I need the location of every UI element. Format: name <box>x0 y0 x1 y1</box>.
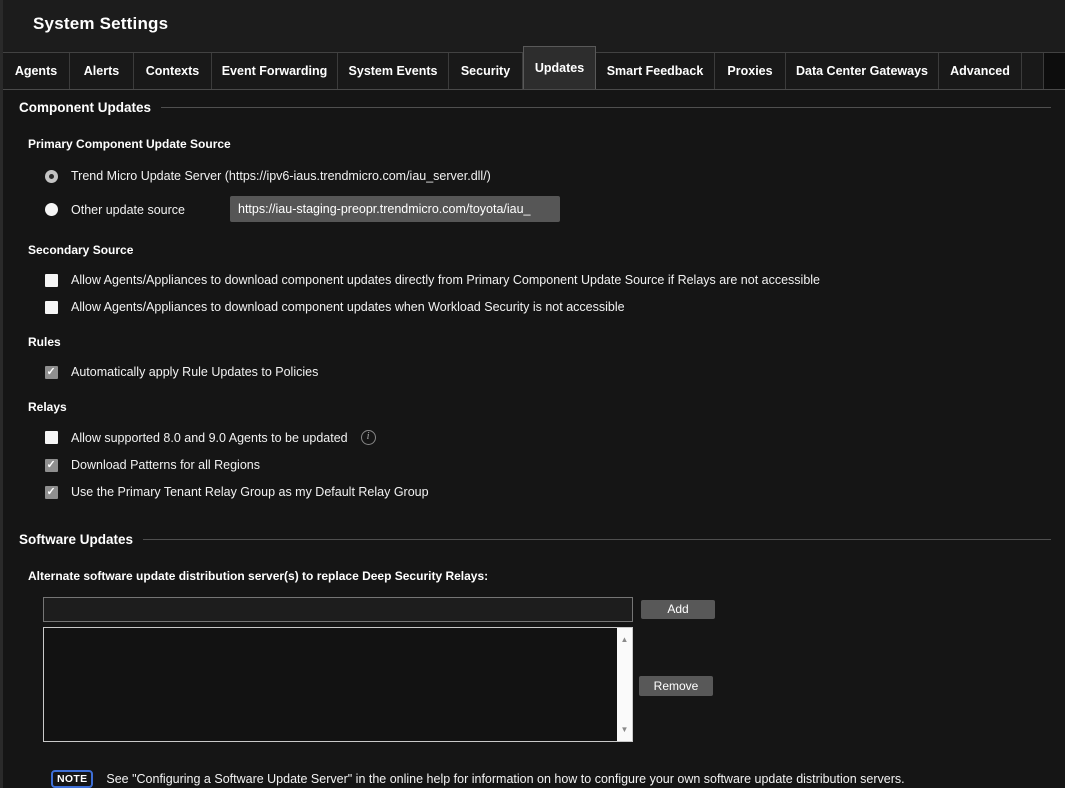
note-row: NOTE See "Configuring a Software Update … <box>51 770 1065 788</box>
allow-primary-source-download-checkbox[interactable] <box>45 274 58 287</box>
software-updates-section-header: Software Updates <box>19 532 1051 547</box>
tab-agents[interactable]: Agents <box>3 53 70 89</box>
section-divider <box>161 107 1051 108</box>
tab-contexts[interactable]: Contexts <box>134 53 212 89</box>
other-update-source-radio[interactable] <box>45 203 58 216</box>
checkbox-row: Allow supported 8.0 and 9.0 Agents to be… <box>45 430 1065 445</box>
other-update-source-label: Other update source <box>71 203 185 217</box>
checkbox-row: Allow Agents/Appliances to download comp… <box>45 300 1065 314</box>
note-badge: NOTE <box>51 770 93 788</box>
auto-apply-rule-updates-checkbox[interactable] <box>45 366 58 379</box>
system-settings-page: System Settings Agents Alerts Contexts E… <box>0 0 1065 788</box>
section-title-component-updates: Component Updates <box>19 100 151 115</box>
tab-security[interactable]: Security <box>449 53 523 89</box>
other-update-source-url-input[interactable] <box>230 196 560 222</box>
tabbar-end <box>1044 53 1065 89</box>
page-header: System Settings <box>3 0 1065 52</box>
trend-micro-update-server-option: Trend Micro Update Server (https://ipv6-… <box>45 169 1065 183</box>
listbox-scrollbar[interactable]: ▲ ▼ <box>617 628 632 741</box>
alternate-servers-label: Alternate software update distribution s… <box>28 569 1065 583</box>
server-list-row: ▲ ▼ Remove <box>43 627 1065 743</box>
checkbox-row: Automatically apply Rule Updates to Poli… <box>45 365 1065 379</box>
secondary-source-heading: Secondary Source <box>28 243 1065 257</box>
trend-micro-update-server-radio[interactable] <box>45 170 58 183</box>
checkbox-label: Allow Agents/Appliances to download comp… <box>71 300 625 314</box>
tabbar-spacer <box>1022 53 1044 89</box>
primary-source-heading: Primary Component Update Source <box>28 137 1065 151</box>
download-patterns-all-regions-checkbox[interactable] <box>45 459 58 472</box>
settings-tabbar: Agents Alerts Contexts Event Forwarding … <box>3 52 1065 90</box>
checkbox-label: Automatically apply Rule Updates to Poli… <box>71 365 318 379</box>
relays-heading: Relays <box>28 400 1065 414</box>
trend-micro-update-server-label: Trend Micro Update Server (https://ipv6-… <box>71 169 491 183</box>
checkbox-row: Download Patterns for all Regions <box>45 458 1065 472</box>
checkbox-label: Use the Primary Tenant Relay Group as my… <box>71 485 429 499</box>
allow-download-when-ws-inaccessible-checkbox[interactable] <box>45 301 58 314</box>
tab-alerts[interactable]: Alerts <box>70 53 134 89</box>
page-title: System Settings <box>33 14 168 34</box>
component-updates-section-header: Component Updates <box>19 100 1051 115</box>
server-url-input[interactable] <box>43 597 633 622</box>
checkbox-row: Allow Agents/Appliances to download comp… <box>45 273 1065 287</box>
server-listbox[interactable]: ▲ ▼ <box>43 627 633 742</box>
primary-tenant-relay-group-checkbox[interactable] <box>45 486 58 499</box>
other-update-source-option: Other update source <box>45 196 1065 223</box>
checkbox-label: Allow supported 8.0 and 9.0 Agents to be… <box>71 431 348 445</box>
section-divider <box>143 539 1051 540</box>
checkbox-label: Download Patterns for all Regions <box>71 458 260 472</box>
checkbox-label: Allow Agents/Appliances to download comp… <box>71 273 820 287</box>
tab-updates[interactable]: Updates <box>523 46 596 89</box>
tab-system-events[interactable]: System Events <box>338 53 449 89</box>
remove-button[interactable]: Remove <box>639 676 713 696</box>
tab-smart-feedback[interactable]: Smart Feedback <box>596 53 715 89</box>
checkbox-row: Use the Primary Tenant Relay Group as my… <box>45 485 1065 499</box>
scroll-up-icon[interactable]: ▲ <box>617 635 632 644</box>
add-server-row: Add <box>43 597 1065 622</box>
note-text: See "Configuring a Software Update Serve… <box>106 772 904 786</box>
scroll-down-icon[interactable]: ▼ <box>617 725 632 734</box>
info-icon[interactable] <box>361 430 376 445</box>
add-button[interactable]: Add <box>641 600 715 619</box>
rules-heading: Rules <box>28 335 1065 349</box>
tab-advanced[interactable]: Advanced <box>939 53 1022 89</box>
allow-legacy-agents-update-checkbox[interactable] <box>45 431 58 444</box>
tab-data-center-gateways[interactable]: Data Center Gateways <box>786 53 939 89</box>
section-title-software-updates: Software Updates <box>19 532 133 547</box>
tab-proxies[interactable]: Proxies <box>715 53 786 89</box>
tab-event-forwarding[interactable]: Event Forwarding <box>212 53 338 89</box>
